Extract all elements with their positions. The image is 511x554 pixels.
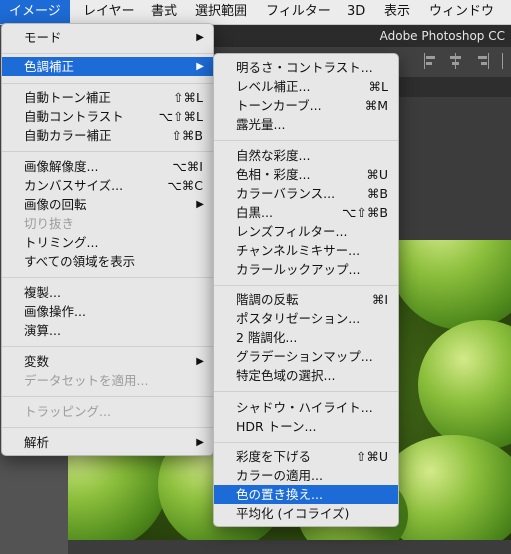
menu-item-auto-color[interactable]: 自動カラー補正 ⇧⌘B [2, 126, 213, 145]
menu-item-hue-saturation[interactable]: 色相・彩度... ⌘U [214, 165, 398, 184]
menu-item-vibrance[interactable]: 自然な彩度... [214, 146, 398, 165]
menubar-view[interactable]: 表示 [375, 0, 419, 24]
shortcut-label: ⌘B [366, 186, 388, 201]
shortcut-label: ⌘I [371, 292, 388, 307]
submenu-arrow-icon: ▶ [196, 61, 204, 72]
menu-item-posterize[interactable]: ポスタリゼーション... [214, 309, 398, 328]
menu-separator [2, 151, 213, 152]
menu-item-exposure[interactable]: 露光量... [214, 115, 398, 134]
menu-item-auto-contrast[interactable]: 自動コントラスト ⌥⇧⌘L [2, 107, 213, 126]
shortcut-label: ⇧⌘U [355, 449, 388, 464]
menu-separator [2, 427, 213, 428]
menu-item-auto-tone[interactable]: 自動トーン補正 ⇧⌘L [2, 88, 213, 107]
menu-item-duplicate[interactable]: 複製... [2, 283, 213, 302]
menu-item-crop: 切り抜き [24, 216, 75, 231]
menu-item-image-size[interactable]: 画像解像度... ⌥⌘I [2, 157, 213, 176]
menu-separator [214, 391, 398, 392]
menu-item-hdr-toning[interactable]: HDR トーン... [214, 417, 398, 436]
menu-item-mode[interactable]: モード ▶ [2, 28, 213, 47]
menu-separator [2, 396, 213, 397]
menu-item-apply-image[interactable]: 画像操作... [2, 302, 213, 321]
menu-item-channel-mixer[interactable]: チャンネルミキサー... [214, 241, 398, 260]
shortcut-label: ⌘U [366, 167, 388, 182]
menu-separator [2, 53, 213, 54]
shortcut-label: ⌘L [368, 79, 388, 94]
menu-item-match-color[interactable]: カラーの適用... [214, 466, 398, 485]
submenu-arrow-icon: ▶ [196, 437, 204, 448]
menu-item-selective-color[interactable]: 特定色域の選択... [214, 366, 398, 385]
shortcut-label: ⇧⌘B [171, 128, 203, 143]
menubar-filter[interactable]: フィルター [257, 0, 340, 24]
menu-item-image-rotation[interactable]: 画像の回転 ▶ [2, 195, 213, 214]
menu-item-trap: トラッピング... [24, 404, 111, 419]
shortcut-label: ⌥⌘I [172, 159, 203, 174]
align-center-icon[interactable] [449, 53, 463, 69]
menubar-type[interactable]: 書式 [142, 0, 186, 24]
menu-item-adjustments[interactable]: 色調補正 ▶ [2, 57, 213, 76]
align-bar-icon[interactable] [500, 53, 511, 69]
menu-item-replace-color[interactable]: 色の置き換え... [214, 485, 398, 504]
menu-item-gradient-map[interactable]: グラデーションマップ... [214, 347, 398, 366]
menu-item-invert[interactable]: 階調の反転 ⌘I [214, 290, 398, 309]
menu-separator [2, 277, 213, 278]
menu-item-brightness-contrast[interactable]: 明るさ・コントラスト... [214, 58, 398, 77]
submenu-arrow-icon: ▶ [196, 199, 204, 210]
menu-separator [214, 285, 398, 286]
menubar-image[interactable]: イメージ [0, 0, 70, 24]
menu-separator [214, 442, 398, 443]
align-left-icon[interactable] [423, 53, 437, 69]
menu-item-curves[interactable]: トーンカーブ... ⌘M [214, 96, 398, 115]
menu-item-desaturate[interactable]: 彩度を下げる ⇧⌘U [214, 447, 398, 466]
submenu-arrow-icon: ▶ [196, 32, 204, 43]
submenu-arrow-icon: ▶ [196, 356, 204, 367]
menubar-3d[interactable]: 3D [338, 0, 374, 24]
shortcut-label: ⌘M [364, 98, 388, 113]
menu-separator [214, 140, 398, 141]
menu-item-equalize[interactable]: 平均化 (イコライズ) [214, 504, 398, 523]
menu-item-variables[interactable]: 変数 ▶ [2, 352, 213, 371]
menubar-window[interactable]: ウィンドウ [420, 0, 503, 24]
menubar-layer[interactable]: レイヤー [74, 0, 144, 24]
menu-item-calculations[interactable]: 演算... [2, 321, 213, 340]
menu-item-canvas-size[interactable]: カンバスサイズ... ⌥⌘C [2, 176, 213, 195]
menubar: イメージ レイヤー 書式 選択範囲 フィルター 3D 表示 ウィンドウ [0, 0, 511, 25]
menubar-select[interactable]: 選択範囲 [186, 0, 256, 24]
menu-item-apply-data-set: データセットを適用... [24, 373, 149, 388]
shortcut-label: ⌥⌘C [167, 178, 203, 193]
menu-separator [2, 83, 213, 84]
menu-item-levels[interactable]: レベル補正... ⌘L [214, 77, 398, 96]
align-right-icon[interactable] [476, 53, 490, 69]
menu-item-trim[interactable]: トリミング... [2, 233, 213, 252]
menu-item-black-white[interactable]: 白黒... ⌥⇧⌘B [214, 203, 398, 222]
menu-item-shadows-highlights[interactable]: シャドウ・ハイライト... [214, 398, 398, 417]
menu-item-threshold[interactable]: 2 階調化... [214, 328, 398, 347]
menu-item-analysis[interactable]: 解析 ▶ [2, 433, 213, 452]
shortcut-label: ⌥⇧⌘L [158, 109, 203, 124]
shortcut-label: ⇧⌘L [173, 90, 203, 105]
app-title: Adobe Photoshop CC [214, 25, 511, 47]
menu-item-reveal-all[interactable]: すべての領域を表示 [2, 252, 213, 271]
menu-separator [2, 346, 213, 347]
menu-item-photo-filter[interactable]: レンズフィルター... [214, 222, 398, 241]
shortcut-label: ⌥⇧⌘B [342, 205, 388, 220]
menu-item-color-balance[interactable]: カラーバランス... ⌘B [214, 184, 398, 203]
adjustments-submenu: 明るさ・コントラスト... レベル補正... ⌘L トーンカーブ... ⌘M 露光量… [213, 53, 399, 527]
image-menu: モード ▶ 色調補正 ▶ 自動トーン補正 ⇧⌘L 自動コントラスト ⌥⇧⌘L 自動カラー… [1, 23, 214, 456]
menu-item-color-lookup[interactable]: カラールックアップ... [214, 260, 398, 279]
